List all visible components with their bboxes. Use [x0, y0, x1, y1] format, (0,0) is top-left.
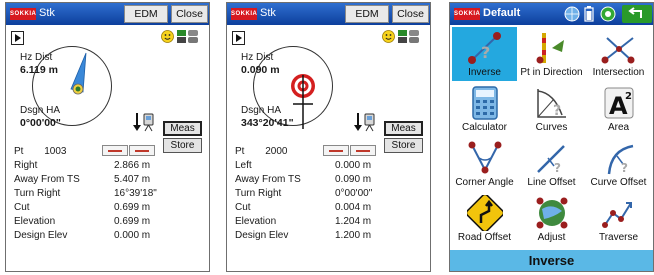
meas-button[interactable]: Meas — [163, 121, 202, 136]
corner-angle-icon — [468, 141, 502, 174]
store-button[interactable]: Store — [384, 138, 423, 153]
app-title: Stk — [39, 7, 55, 19]
prev-point-button[interactable] — [102, 145, 128, 156]
line-offset-icon: ? — [537, 145, 565, 175]
svg-text:?: ? — [481, 43, 490, 62]
meas-button[interactable]: Meas — [384, 121, 423, 136]
menu-item-line-offset[interactable]: ? Line Offset — [519, 137, 584, 191]
pt-label: Pt — [235, 146, 245, 157]
curves-icon: ? — [537, 89, 566, 119]
dsgn-ha-value: 0°00'00" — [20, 117, 61, 129]
menu-item-corner-angle[interactable]: Corner Angle — [452, 137, 517, 191]
satellite-status-icon[interactable] — [177, 29, 199, 44]
table-row: Away From TS 5.407 m — [14, 174, 151, 185]
svg-text:?: ? — [553, 103, 561, 119]
smiley-icon — [382, 30, 395, 43]
road-offset-icon — [467, 195, 503, 231]
point-nav-buttons[interactable] — [323, 145, 377, 158]
menu-item-adjust[interactable]: Adjust — [519, 192, 584, 246]
dsgn-ha-label: Dsgn HA — [20, 105, 61, 116]
svg-text:2: 2 — [625, 91, 632, 102]
title-bar: SOKKIA Stk EDM Close — [227, 3, 430, 25]
menu-item-calculator[interactable]: Calculator — [452, 82, 517, 136]
app-title: Default — [483, 7, 521, 19]
menu-item-pt-in-direction[interactable]: Pt in Direction — [519, 27, 584, 81]
dsgn-ha-label: Dsgn HA — [241, 105, 282, 116]
menu-item-inverse[interactable]: ? Inverse — [452, 27, 517, 81]
table-row: Turn Right 0°00'00" — [235, 188, 373, 199]
edm-button[interactable]: EDM — [124, 5, 168, 23]
smiley-icon — [161, 30, 174, 43]
next-point-button[interactable] — [129, 145, 155, 156]
close-button[interactable]: Close — [171, 5, 208, 23]
svg-text:?: ? — [621, 161, 628, 175]
back-arrow-icon[interactable] — [622, 5, 652, 23]
stakeout-values: Right 2.866 m Away From TS 5.407 m Turn Ri… — [14, 159, 204, 243]
hz-dist-value: 6.119 m — [20, 64, 58, 76]
status-icon[interactable] — [600, 6, 616, 22]
point-row: Pt 1003 — [14, 146, 66, 158]
table-row: Right 2.866 m — [14, 160, 151, 171]
point-row: Pt 2000 — [235, 146, 287, 158]
instrument-icon — [354, 113, 375, 132]
close-button[interactable]: Close — [392, 5, 429, 23]
satellite-status-icon[interactable] — [398, 29, 420, 44]
table-row: Turn Right 16°39'18" — [14, 188, 157, 199]
menu-item-traverse[interactable]: Traverse — [586, 192, 651, 246]
table-row: Cut 0.699 m — [14, 202, 151, 213]
sokkia-logo: SOKKIA — [454, 8, 480, 20]
hz-dist-label: Hz Dist — [241, 52, 274, 63]
area-icon: A 2 — [604, 87, 634, 120]
sokkia-logo: SOKKIA — [10, 8, 36, 20]
store-button[interactable]: Store — [163, 138, 202, 153]
stakeout-screen-1: SOKKIA Stk EDM Close Hz Dist 6.119 m Dsg… — [5, 2, 210, 272]
menu-item-curves[interactable]: ? Curves — [519, 82, 584, 136]
title-bar: SOKKIA Default — [450, 3, 653, 25]
battery-icon — [584, 6, 594, 22]
pt-in-direction-icon — [536, 33, 564, 64]
menu-item-road-offset[interactable]: Road Offset — [452, 192, 517, 246]
table-row: Cut 0.004 m — [235, 202, 372, 213]
table-row: Design Elev 1.200 m — [235, 230, 372, 241]
table-row: Left 0.000 m — [235, 160, 372, 171]
dsgn-ha-value: 343°20'41" — [241, 117, 294, 129]
table-row: Design Elev 0.000 m — [14, 230, 151, 241]
point-nav-buttons[interactable] — [102, 145, 156, 158]
table-row: Elevation 1.204 m — [235, 216, 372, 227]
curve-offset-icon: ? — [607, 144, 634, 175]
globe-icon[interactable] — [564, 6, 580, 22]
selected-item-bar: Inverse — [450, 250, 653, 271]
pt-label: Pt — [14, 146, 24, 157]
play-icon — [15, 34, 21, 42]
hz-dist-value: 0.090 m — [241, 64, 280, 76]
menu-item-intersection[interactable]: Intersection — [586, 27, 651, 81]
intersection-icon — [601, 37, 635, 64]
pt-value[interactable]: 2000 — [265, 146, 287, 157]
hz-dist-label: Hz Dist — [20, 52, 53, 63]
calculator-icon — [472, 86, 498, 120]
cogo-menu-screen: SOKKIA Default ? Inverse Pt in Direction… — [449, 2, 654, 272]
prev-point-button[interactable] — [323, 145, 349, 156]
pt-value[interactable]: 1003 — [44, 146, 66, 157]
menu-item-curve-offset[interactable]: ? Curve Offset — [586, 137, 651, 191]
stakeout-values: Left 0.000 m Away From TS 0.090 m Turn Rig… — [235, 159, 425, 243]
play-menu-button[interactable] — [232, 31, 245, 45]
play-icon — [236, 34, 242, 42]
inverse-icon: ? — [468, 32, 501, 64]
svg-text:?: ? — [554, 161, 561, 175]
instrument-icon — [133, 113, 154, 132]
title-bar: SOKKIA Stk EDM Close — [6, 3, 209, 25]
play-menu-button[interactable] — [11, 31, 24, 45]
next-point-button[interactable] — [350, 145, 376, 156]
menu-item-area[interactable]: A 2 Area — [586, 82, 651, 136]
stakeout-screen-2: SOKKIA Stk EDM Close Hz Dist 0.090 m Dsg… — [226, 2, 431, 272]
app-title: Stk — [260, 7, 276, 19]
table-row: Elevation 0.699 m — [14, 216, 151, 227]
table-row: Away From TS 0.090 m — [235, 174, 372, 185]
edm-button[interactable]: EDM — [345, 5, 389, 23]
adjust-icon — [536, 197, 568, 229]
traverse-icon — [602, 202, 632, 228]
sokkia-logo: SOKKIA — [231, 8, 257, 20]
